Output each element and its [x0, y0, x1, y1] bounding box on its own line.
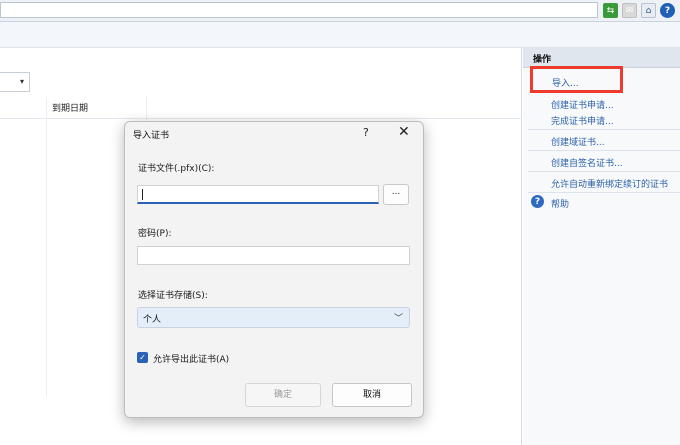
allow-export-label[interactable]: 允许导出此证书(A)	[153, 352, 229, 365]
password-label: 密码(P):	[138, 229, 172, 239]
ok-button[interactable]: 确定	[245, 383, 321, 407]
action-auto-rebind[interactable]: 允许自动重新绑定续订的证书	[551, 177, 668, 190]
chevron-down-icon: ▾	[19, 77, 24, 86]
cert-file-label: 证书文件(.pfx)(C):	[138, 164, 215, 174]
help-icon[interactable]: ?	[660, 3, 675, 18]
column-header-expiration-date[interactable]: 到期日期	[52, 101, 88, 114]
home-icon[interactable]: ⌂	[641, 3, 656, 18]
menu-bar	[0, 22, 680, 48]
address-bar[interactable]	[0, 2, 598, 18]
filter-dropdown[interactable]: ▾	[0, 72, 30, 92]
close-icon[interactable]: ✕	[398, 124, 410, 140]
action-complete-request[interactable]: 完成证书申请...	[551, 114, 614, 127]
address-toolbar: ⇆ ✉ ⌂ ?	[0, 0, 680, 22]
annotation-highlight-box	[530, 66, 623, 93]
actions-pane-title: 操作	[523, 48, 680, 68]
cert-store-label: 选择证书存储(S):	[138, 291, 208, 301]
action-help[interactable]: 帮助	[551, 197, 569, 210]
divider	[528, 171, 680, 172]
divider	[528, 129, 680, 130]
stop-icon[interactable]: ✉	[622, 3, 637, 18]
chevron-down-icon: ﹀	[393, 314, 403, 324]
dialog-help-button[interactable]: ?	[363, 126, 369, 139]
column-divider	[46, 97, 47, 397]
action-create-domain-cert[interactable]: 创建域证书...	[551, 135, 605, 148]
action-create-self-signed[interactable]: 创建自签名证书...	[551, 156, 623, 169]
action-create-request[interactable]: 创建证书申请...	[551, 98, 614, 111]
text-caret	[142, 189, 143, 200]
allow-export-checkbox[interactable]: ✓	[137, 352, 148, 363]
cert-store-select[interactable]: 个人 ﹀	[137, 307, 410, 328]
cert-store-value: 个人	[143, 315, 162, 325]
cert-file-input[interactable]	[137, 185, 379, 204]
dialog-title: 导入证书	[133, 131, 170, 141]
import-certificate-dialog: 导入证书 ? ✕ 证书文件(.pfx)(C): ... 密码(P): 选择证书存…	[124, 121, 424, 418]
help-icon: ?	[531, 195, 544, 208]
cancel-button[interactable]: 取消	[332, 383, 412, 407]
divider	[528, 192, 680, 193]
password-input[interactable]	[137, 246, 410, 265]
browse-button[interactable]: ...	[383, 184, 409, 205]
divider	[528, 150, 680, 151]
go-icon[interactable]: ⇆	[603, 3, 618, 18]
